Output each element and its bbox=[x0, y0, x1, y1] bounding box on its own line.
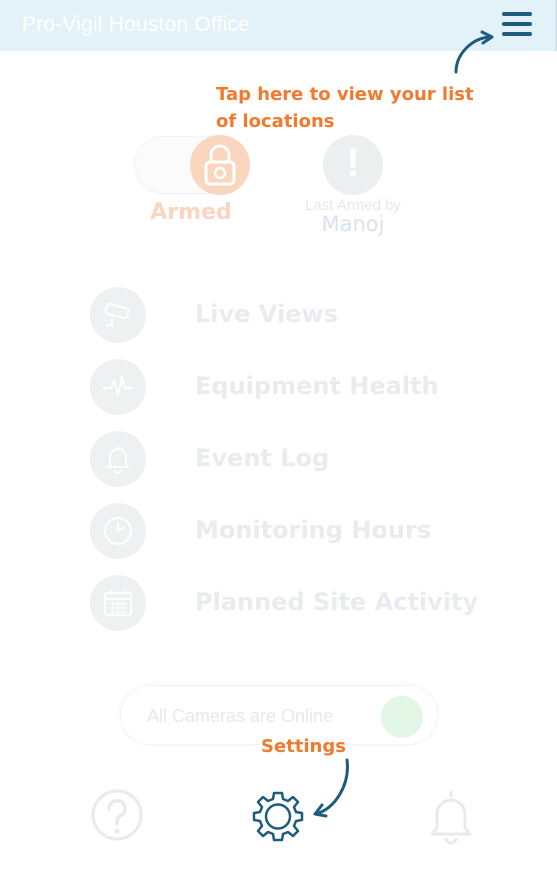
padlock-icon[interactable] bbox=[190, 135, 250, 195]
menu-label: Planned Site Activity bbox=[195, 588, 479, 616]
menu-item-event-log[interactable]: Event Log bbox=[90, 431, 490, 487]
menu-label: Live Views bbox=[195, 300, 338, 328]
locations-coach-mark: Tap here to view your list of locations bbox=[216, 84, 474, 132]
calendar-icon bbox=[90, 575, 146, 631]
menu-label: Equipment Health bbox=[195, 372, 439, 400]
menu-item-live-views[interactable]: Live Views bbox=[90, 287, 490, 343]
notification-bell-icon[interactable] bbox=[428, 786, 474, 846]
exclamation-icon: ! bbox=[323, 135, 383, 195]
clock-icon bbox=[90, 503, 146, 559]
location-title[interactable]: Pro-Vigil Houston Office bbox=[22, 13, 250, 37]
menu-item-planned-site-activity[interactable]: Planned Site Activity bbox=[90, 575, 490, 631]
online-indicator bbox=[381, 696, 423, 738]
last-armed-by: Manoj bbox=[321, 212, 385, 236]
tip-arrow-to-menu-icon bbox=[454, 30, 494, 74]
arm-state-label: Armed bbox=[150, 200, 232, 225]
bell-icon bbox=[90, 431, 146, 487]
security-camera-icon bbox=[90, 287, 146, 343]
hamburger-menu-icon[interactable] bbox=[502, 12, 536, 42]
tip-arrow-to-settings-icon bbox=[313, 758, 349, 818]
heartbeat-icon bbox=[90, 359, 146, 415]
camera-status-text: All Cameras are Online bbox=[147, 706, 334, 726]
menu-label: Monitoring Hours bbox=[195, 516, 432, 544]
settings-gear-icon[interactable] bbox=[251, 789, 305, 843]
menu-item-monitoring-hours[interactable]: Monitoring Hours bbox=[90, 503, 490, 559]
help-question-icon[interactable] bbox=[90, 788, 144, 842]
menu-label: Event Log bbox=[195, 444, 330, 472]
menu-item-equipment-health[interactable]: Equipment Health bbox=[90, 359, 490, 415]
settings-coach-mark: Settings bbox=[261, 736, 346, 757]
